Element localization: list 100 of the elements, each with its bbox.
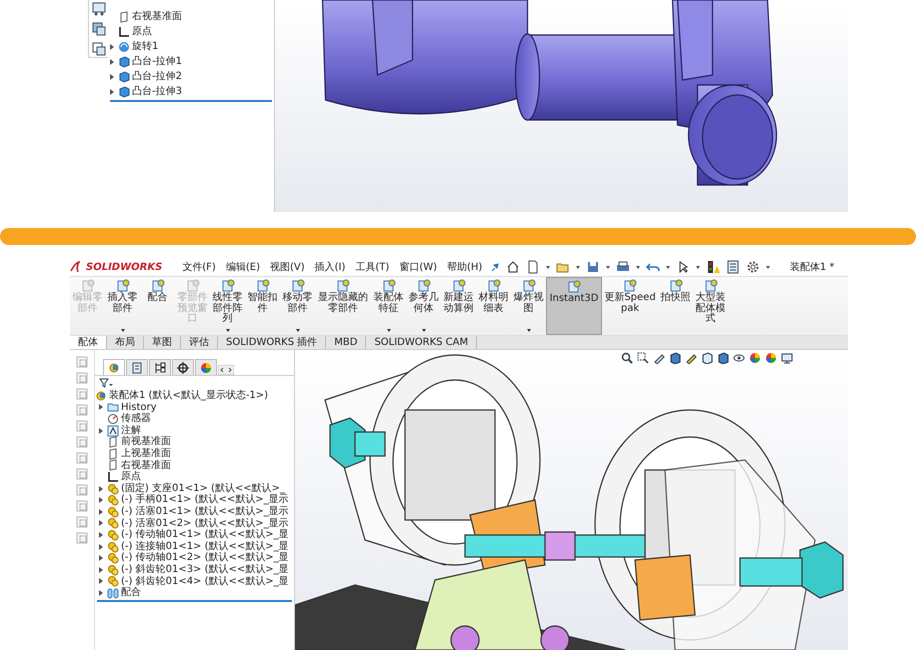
settings-icon[interactable]	[746, 260, 760, 274]
tool-icon	[704, 279, 718, 293]
scroll-arrows-icon[interactable]	[218, 365, 234, 375]
ribbon-button[interactable]: 新建运动算例	[441, 277, 476, 335]
caret-icon[interactable]	[766, 266, 770, 268]
menu-item[interactable]: 窗口(W)	[397, 260, 440, 274]
tree-item[interactable]: 前视基准面	[95, 436, 294, 448]
ribbon-button[interactable]: 更新Speedpak	[602, 277, 658, 335]
zoom-icon[interactable]	[621, 352, 633, 364]
tree-item[interactable]: (固定) 支座01<1> (默认<<默认>_	[95, 482, 294, 494]
panel-tab[interactable]	[149, 359, 171, 375]
menu-item[interactable]: 帮助(H)	[445, 260, 484, 274]
expand-arrow-icon	[110, 58, 114, 64]
tree-item[interactable]: (-) 手柄01<1> (默认<<默认>_显示	[95, 494, 294, 506]
menu-item[interactable]: 文件(F)	[180, 260, 218, 274]
ribbon-button[interactable]: Instant3D	[546, 277, 602, 335]
tree-item[interactable]: (-) 斜齿轮01<3> (默认<<默认>_显	[95, 564, 294, 576]
property-icon	[131, 362, 143, 374]
list-icon[interactable]	[726, 260, 740, 274]
pencil-icon[interactable]	[685, 352, 697, 364]
expand-arrow-icon	[110, 44, 114, 50]
panel-tab[interactable]	[172, 359, 194, 375]
component-icon	[107, 540, 119, 553]
zoom-area-icon[interactable]	[637, 352, 649, 364]
caret-icon[interactable]	[576, 266, 580, 268]
cube-icon[interactable]	[701, 352, 713, 364]
ribbon-button[interactable]: 显示隐藏的零部件	[315, 277, 371, 335]
tree-item[interactable]: 原点	[108, 24, 274, 39]
ribbon-button[interactable]: 爆炸视图	[511, 277, 546, 335]
tree-item[interactable]: (-) 连接轴01<1> (默认<<默认>_显	[95, 540, 294, 552]
rebuild-icon[interactable]	[706, 260, 720, 274]
monitor-icon[interactable]	[781, 352, 793, 364]
crosshair-icon	[177, 362, 189, 374]
tree-item[interactable]: 凸台-拉伸2	[108, 69, 274, 84]
pin-icon[interactable]	[490, 262, 500, 272]
ribbon-button[interactable]: 材料明细表	[476, 277, 511, 335]
component-icon	[107, 528, 119, 541]
expand-arrow-icon	[110, 88, 114, 94]
ribbon-button[interactable]: 插入零部件	[105, 277, 140, 335]
filter-icon[interactable]	[99, 378, 113, 388]
caret-icon[interactable]	[546, 266, 550, 268]
tree-item[interactable]: 凸台-拉伸1	[108, 54, 274, 69]
tool-icon	[256, 279, 270, 293]
ribbon-button[interactable]: 大型装配体模式	[693, 277, 728, 335]
tree-item[interactable]: (-) 传动轴01<2> (默认<<默认>_显	[95, 552, 294, 564]
tree-item[interactable]: (-) 活塞01<2> (默认<<默认>_显示	[95, 518, 294, 530]
tree-item[interactable]: 上视基准面	[95, 448, 294, 460]
display-icon[interactable]	[92, 2, 106, 16]
tree-item[interactable]: 右视基准面	[108, 9, 274, 24]
tree-item[interactable]: 原点	[95, 471, 294, 483]
cube-icon[interactable]	[717, 352, 729, 364]
component-icon	[107, 494, 119, 506]
new-document-icon[interactable]	[526, 260, 540, 274]
home-icon[interactable]	[506, 260, 520, 274]
save-icon[interactable]	[586, 260, 600, 274]
component-icon	[107, 564, 119, 576]
ribbon-button[interactable]: 智能扣件	[245, 277, 280, 335]
pencil-icon[interactable]	[653, 352, 665, 364]
ribbon-button[interactable]: 装配体特征	[371, 277, 406, 335]
tool-icon	[668, 279, 682, 293]
menu-item[interactable]: 视图(V)	[268, 260, 307, 274]
caret-icon[interactable]	[696, 266, 700, 268]
eye-icon[interactable]	[733, 352, 745, 364]
tree-item[interactable]: 右视基准面	[95, 460, 294, 472]
tab[interactable]: 配体	[70, 336, 107, 349]
tool-icon	[522, 279, 536, 293]
tree-item[interactable]: 旋转1	[108, 39, 274, 54]
plane-icon	[107, 448, 119, 460]
menu-item[interactable]: 编辑(E)	[224, 260, 262, 274]
tree-item[interactable]: History	[95, 402, 294, 414]
tool-icon	[80, 279, 94, 293]
ribbon-button[interactable]: 参考几何体	[406, 277, 441, 335]
assembly-icon	[95, 390, 107, 402]
print-icon[interactable]	[616, 260, 630, 274]
ribbon-button[interactable]: 配合	[140, 277, 175, 335]
ribbon-button[interactable]: 拍快照	[658, 277, 693, 335]
menu-item[interactable]: 插入(I)	[312, 260, 348, 274]
color-wheel-icon[interactable]	[765, 352, 777, 364]
tree-item[interactable]: 配合	[95, 587, 294, 599]
caret-icon[interactable]	[666, 266, 670, 268]
tree-item[interactable]: (-) 传动轴01<1> (默认<<默认>_显	[95, 529, 294, 541]
tree-item[interactable]: 凸台-拉伸3	[108, 84, 274, 99]
tree-item[interactable]: 注解	[95, 424, 294, 436]
ribbon-button[interactable]: 线性零部件阵列	[210, 277, 245, 335]
cube-icon	[118, 56, 130, 68]
panel-tab[interactable]	[126, 359, 148, 375]
copy-icon[interactable]	[92, 42, 106, 56]
caret-icon[interactable]	[606, 266, 610, 268]
caret-icon[interactable]	[636, 266, 640, 268]
component-icon	[107, 517, 119, 530]
tree-item[interactable]: (-) 活塞01<1> (默认<<默认>_显示	[95, 506, 294, 518]
tree-root[interactable]: 装配体1 (默认<默认_显示状态-1>)	[95, 390, 294, 402]
tree-item[interactable]: 传感器	[95, 413, 294, 425]
copy-icon[interactable]	[92, 22, 106, 36]
menu-item[interactable]: 工具(T)	[353, 260, 392, 274]
section-icon[interactable]	[669, 352, 681, 364]
color-wheel-icon[interactable]	[749, 352, 761, 364]
tree-item[interactable]: (-) 斜齿轮01<4> (默认<<默认>_显	[95, 576, 294, 588]
ribbon-button[interactable]: 移动零部件	[280, 277, 315, 335]
folder-icon	[107, 401, 119, 414]
